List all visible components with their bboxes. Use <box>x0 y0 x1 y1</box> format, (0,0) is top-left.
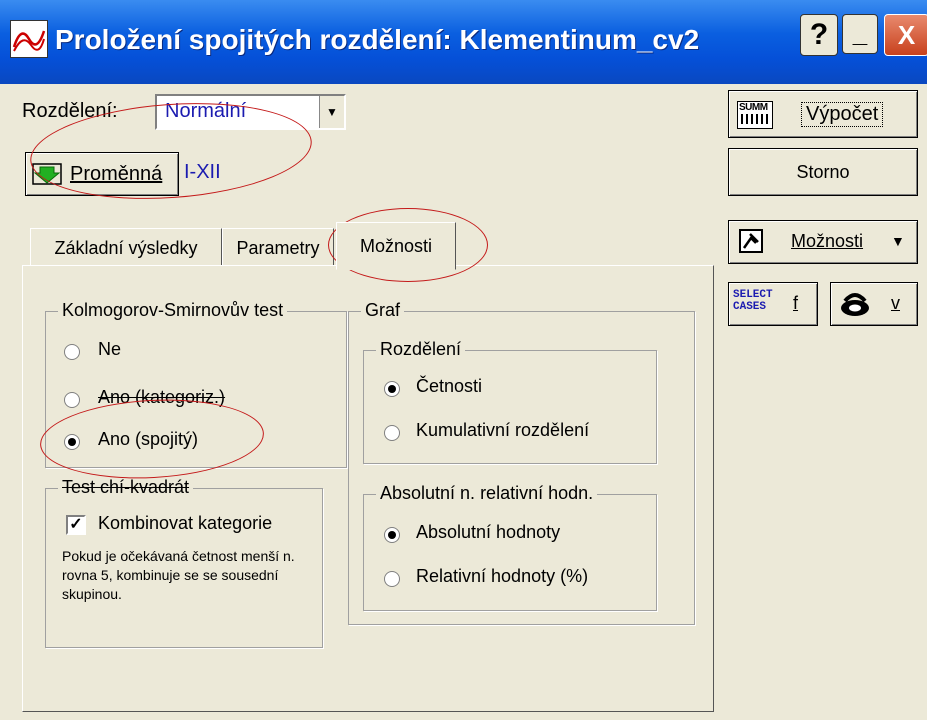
summary-icon: SUMM <box>737 101 773 129</box>
tab-parameters[interactable]: Parametry <box>222 228 334 267</box>
ks-test-legend: Kolmogorov-Smirnovův test <box>58 300 288 321</box>
weight-key: v <box>891 293 900 313</box>
ks-categorized-label: Ano (kategoriz.) <box>98 387 226 407</box>
window-title: Proložení spojitých rozdělení: Klementin… <box>55 24 700 55</box>
relative-values-radio[interactable] <box>384 571 400 587</box>
variable-value: I-XII <box>184 161 221 183</box>
compute-button[interactable]: SUMM Výpočet <box>728 90 918 138</box>
compute-button-label: Výpočet <box>801 102 884 127</box>
ks-no-label: Ne <box>98 339 122 359</box>
cancel-button[interactable]: Storno <box>728 148 918 196</box>
chi-square-legend: Test chí-kvadrát <box>58 477 194 498</box>
relative-values-label: Relativní hodnoty (%) <box>416 566 589 586</box>
cumulative-label: Kumulativní rozdělení <box>416 420 590 440</box>
graph-distribution-legend: Rozdělení <box>376 339 466 360</box>
options-icon <box>739 229 763 258</box>
abs-rel-group: Absolutní n. relativní hodn. Absolutní h… <box>363 483 657 611</box>
select-cases-icon: SELECT CASES <box>733 289 773 313</box>
options-button[interactable]: Možnosti ▼ <box>728 220 918 264</box>
app-icon <box>10 20 48 58</box>
weight-button[interactable]: v <box>830 282 918 326</box>
options-panel: Kolmogorov-Smirnovův test Ne Ano (katego… <box>22 265 714 712</box>
select-cases-button[interactable]: SELECT CASES f <box>728 282 818 326</box>
distribution-value: Normální <box>165 100 247 122</box>
help-button[interactable]: ? <box>800 14 838 56</box>
absolute-values-radio[interactable] <box>384 527 400 543</box>
tab-label: Parametry <box>236 237 320 258</box>
ks-continuous-label: Ano (spojitý) <box>98 429 199 449</box>
absolute-values-label: Absolutní hodnoty <box>416 522 561 542</box>
minimize-button[interactable]: _ <box>842 14 878 54</box>
variable-button[interactable]: Proměnná <box>25 152 179 196</box>
title-bar[interactable]: Proložení spojitých rozdělení: Klementin… <box>0 0 927 84</box>
graph-distribution-group: Rozdělení Četnosti Kumulativní rozdělení <box>363 339 657 464</box>
options-button-label: Možnosti <box>791 231 864 251</box>
chi-square-group: Test chí-kvadrát ✓ Kombinovat kategorie … <box>45 477 323 648</box>
chevron-down-icon[interactable]: ▼ <box>319 96 344 128</box>
tab-label: Základní výsledky <box>54 237 198 258</box>
frequencies-radio[interactable] <box>384 381 400 397</box>
weight-icon <box>839 291 871 322</box>
ks-categorized-radio[interactable] <box>64 392 80 408</box>
ks-test-group: Kolmogorov-Smirnovův test Ne Ano (katego… <box>45 300 347 468</box>
graph-group: Graf Rozdělení Četnosti Kumulativní rozd… <box>348 300 695 625</box>
variable-icon <box>32 163 62 190</box>
distribution-label: Rozdělení: <box>22 100 118 122</box>
cancel-button-label: Storno <box>796 161 850 182</box>
distribution-select[interactable]: Normální ▼ <box>155 94 346 130</box>
tab-options[interactable]: Možnosti <box>336 222 456 270</box>
ks-continuous-radio[interactable] <box>64 434 80 450</box>
select-cases-key: f <box>793 293 799 313</box>
chevron-down-icon: ▼ <box>891 233 905 249</box>
ks-no-radio[interactable] <box>64 344 80 360</box>
cumulative-radio[interactable] <box>384 425 400 441</box>
variable-button-label: Proměnná <box>70 163 163 185</box>
close-button[interactable]: X <box>884 14 927 56</box>
combine-categories-checkbox[interactable]: ✓ <box>66 515 86 535</box>
tab-basic-results[interactable]: Základní výsledky <box>30 228 222 267</box>
graph-legend: Graf <box>361 300 405 321</box>
frequencies-label: Četnosti <box>416 376 483 396</box>
chi-square-note: Pokud je očekávaná četnost menší n. rovn… <box>62 548 295 602</box>
abs-rel-legend: Absolutní n. relativní hodn. <box>376 483 598 504</box>
tab-label: Možnosti <box>359 235 433 256</box>
combine-categories-label: Kombinovat kategorie <box>98 513 273 533</box>
